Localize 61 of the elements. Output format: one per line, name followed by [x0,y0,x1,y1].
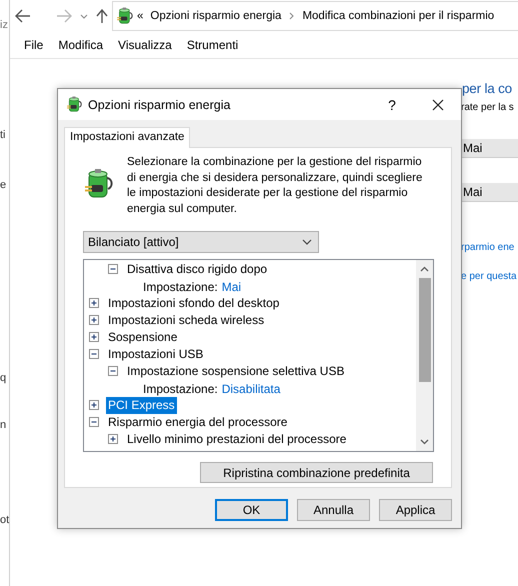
tree-item[interactable]: Livello minimo prestazioni del processore [125,431,348,448]
menu-item[interactable]: File [18,38,50,52]
collapse-icon[interactable] [89,417,100,428]
expand-icon[interactable] [89,298,100,309]
setting-label: Impostazione: [143,280,218,294]
close-icon[interactable] [432,98,444,110]
collapse-icon[interactable] [108,366,119,377]
tree-item[interactable]: Impostazioni USB [106,346,206,363]
scrollbar[interactable] [416,260,433,451]
collapse-icon[interactable] [89,349,100,360]
sidebar-text: e [0,179,6,191]
description-text: Selezionare la combinazione per la gestione del risparmio di energia che si desidera personalizzare, quindi scegliere le impostazioni desiderate per la gestione del risparmio energia sul computer. [127,155,424,216]
tree-item[interactable]: Impostazione sospensione selettiva USB [125,363,346,380]
restore-defaults-button[interactable]: Ripristina combinazione predefinita [200,462,433,483]
tree-item[interactable]: Impostazioni sfondo del desktop [106,295,282,312]
setting-value-link[interactable]: Mai [222,280,242,294]
caret-icon[interactable] [80,14,88,18]
sidebar-text: q [0,372,6,384]
sidebar-text: ti [0,129,6,141]
scrollbar-thumb[interactable] [418,278,430,382]
help-button[interactable]: ? [369,96,415,112]
expand-icon[interactable] [89,315,100,326]
plan-dropdown[interactable]: Bilanciato [attivo] [83,231,319,253]
chevron-icon [289,12,294,20]
tab[interactable]: Impostazioni avanzate [64,127,190,148]
chevron-down-icon [302,239,312,245]
tree-item[interactable]: Disattiva disco rigido dopo [125,261,270,278]
scroll-down-icon[interactable] [420,439,429,445]
expand-icon[interactable] [89,332,100,343]
menu-item[interactable]: Strumenti [180,38,244,52]
breadcrumb-item[interactable]: Opzioni risparmio energia [150,10,282,22]
back-arrow-icon[interactable] [15,9,31,23]
sidebar-text: iz [0,19,8,31]
dialog-button[interactable]: OK [215,499,288,521]
breadcrumb-item[interactable]: Modifica combinazioni per il risparmio [302,10,494,22]
dropdown-field[interactable]: Mai [461,139,518,158]
page-heading: per la co [462,80,513,98]
tree-item[interactable]: Risparmio energia del processore [106,414,290,431]
setting-label: Impostazione: [143,382,218,396]
sidebar-text: ot [0,514,10,526]
battery-plug-icon [67,96,82,112]
dialog-button[interactable]: Applica [379,499,452,521]
expand-icon[interactable] [108,434,119,445]
dialog-title: Opzioni risparmio energia [88,98,232,112]
up-arrow-icon[interactable] [96,9,108,23]
tree-item[interactable]: Sospensione [106,329,180,346]
menu-item[interactable]: Modifica [52,38,110,52]
battery-plug-icon [85,169,113,198]
dialog-button[interactable]: Annulla [297,499,370,521]
tree-item[interactable]: Impostazioni scheda wireless [106,312,266,329]
link[interactable]: rparmio ene [461,240,514,256]
sidebar-text: n [0,419,6,431]
breadcrumb-chevrons[interactable]: « [137,10,144,22]
setting-value-link[interactable]: Disabilitata [222,382,280,396]
dropdown-field[interactable]: Mai [461,183,518,202]
menu-item[interactable]: Visualizza [112,38,178,52]
collapse-icon[interactable] [108,264,119,275]
tree-item[interactable]: PCI Express [106,397,177,414]
battery-plug-icon [117,8,133,24]
scroll-up-icon[interactable] [420,266,429,272]
expand-icon[interactable] [89,400,100,411]
